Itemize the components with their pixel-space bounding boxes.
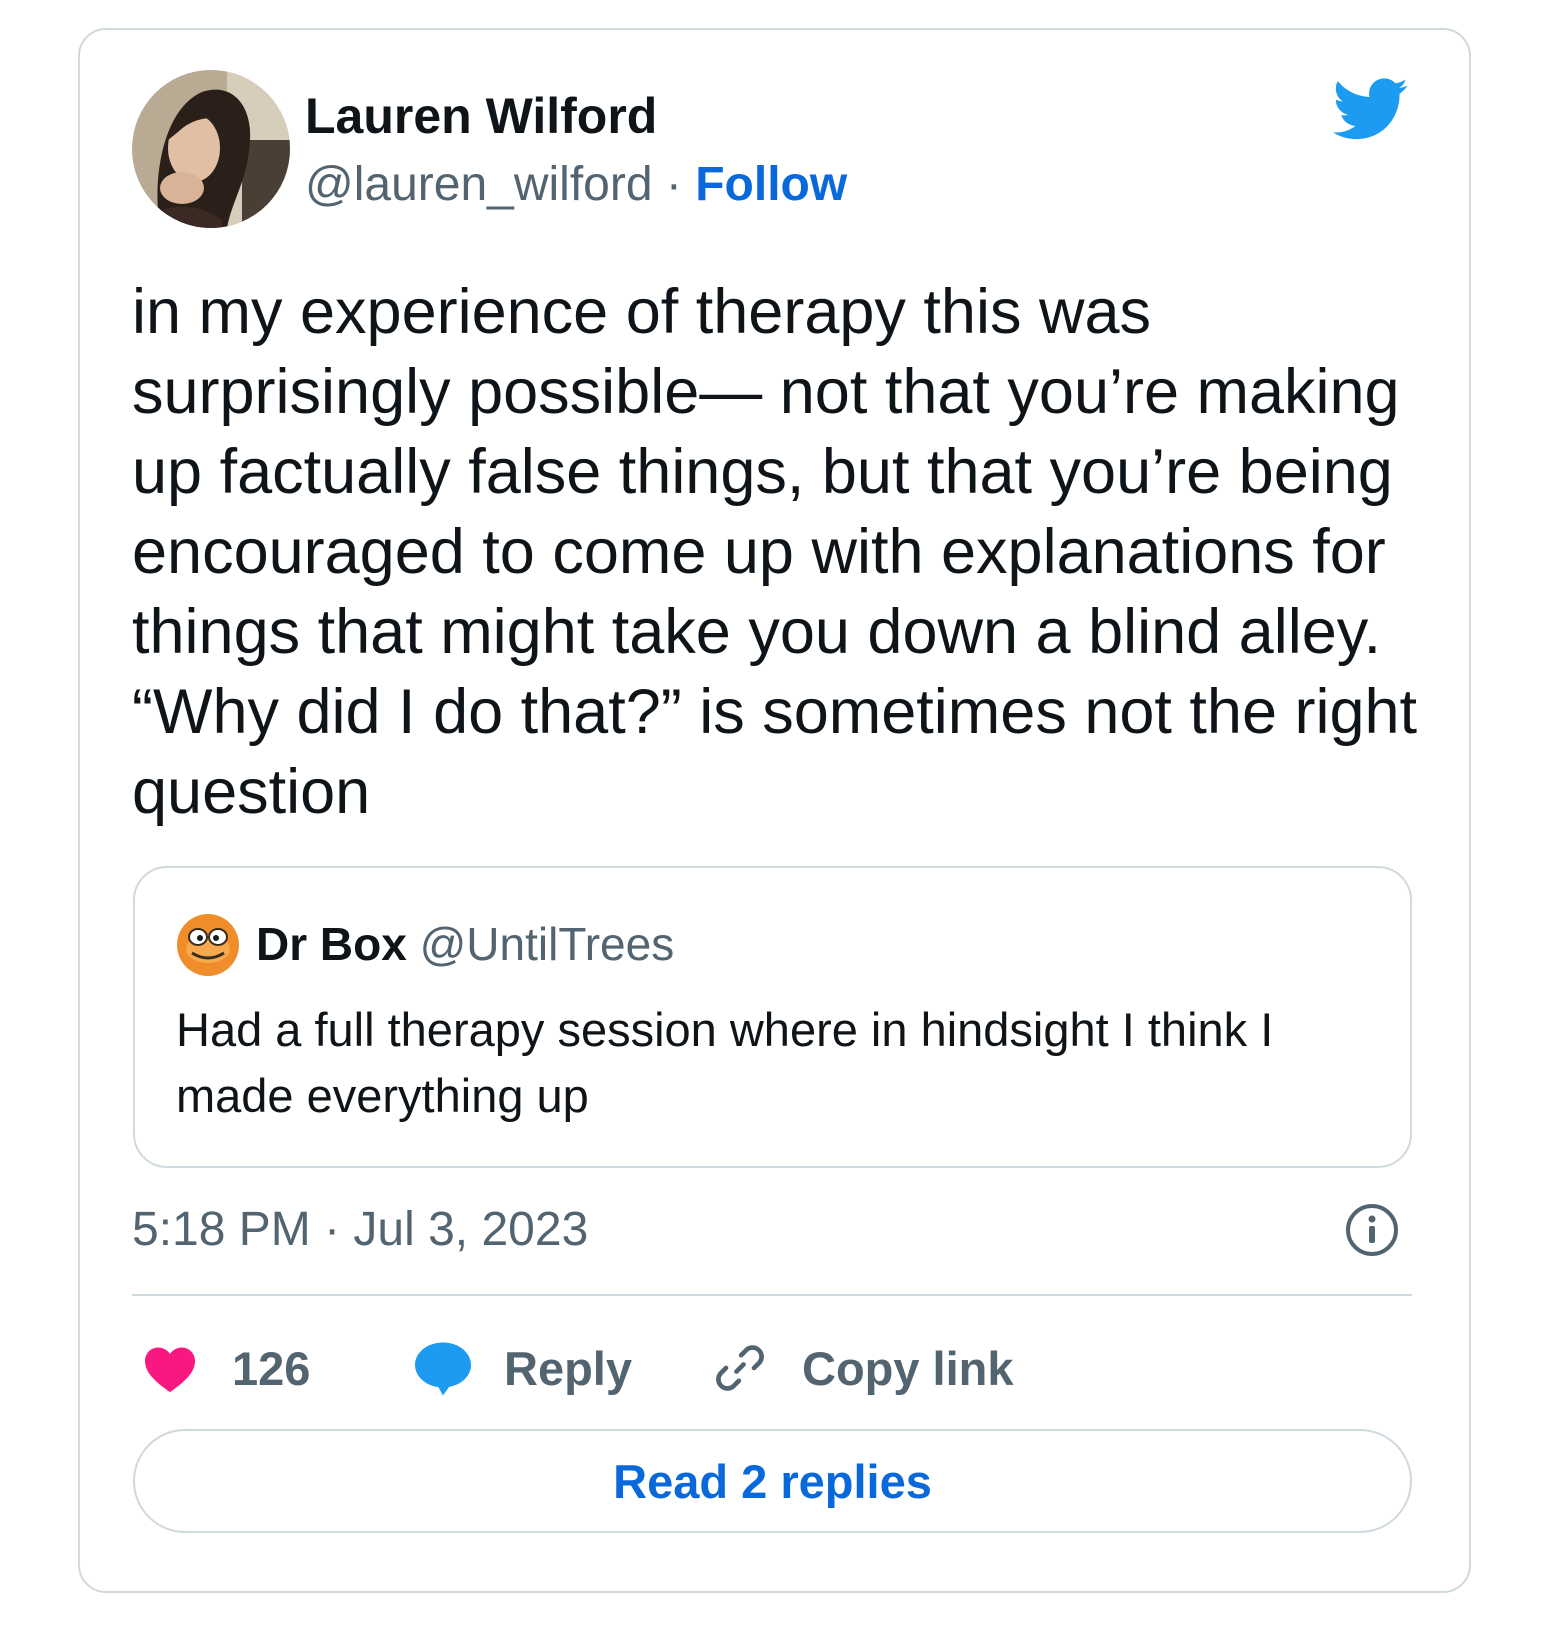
copy-link-button[interactable]: Copy link (712, 1336, 1014, 1400)
reply-button[interactable]: Reply (412, 1336, 632, 1400)
quoted-author-line: Dr Box @UntilTrees (256, 915, 674, 973)
info-icon[interactable] (1344, 1202, 1400, 1258)
handle-separator: · (652, 158, 696, 211)
twitter-bird-icon[interactable] (1333, 78, 1409, 142)
divider (132, 1294, 1412, 1296)
author-name[interactable]: Lauren Wilford (305, 86, 657, 146)
author-handle-row: @lauren_wilford · Follow (305, 155, 847, 215)
quoted-tweet-text: Had a full therapy session where in hind… (176, 1003, 1274, 1122)
tweet-text: in my experience of therapy this was sur… (132, 277, 1418, 827)
follow-button[interactable]: Follow (695, 158, 847, 211)
like-count: 126 (232, 1341, 311, 1395)
read-replies-button[interactable]: Read 2 replies (133, 1429, 1412, 1533)
quoted-author-handle[interactable]: @UntilTrees (420, 918, 675, 970)
reply-label: Reply (504, 1341, 632, 1395)
copy-link-label: Copy link (802, 1341, 1014, 1395)
link-icon (716, 1345, 764, 1391)
author-avatar[interactable] (132, 70, 290, 228)
reply-bubble-icon (415, 1342, 471, 1396)
like-button[interactable]: 126 (142, 1336, 310, 1400)
tweet-timestamp[interactable]: 5:18 PM · Jul 3, 2023 (132, 1200, 588, 1260)
author-handle[interactable]: @lauren_wilford (305, 158, 653, 211)
quoted-author-name[interactable]: Dr Box (256, 918, 407, 970)
heart-icon (145, 1347, 195, 1393)
quoted-author-avatar[interactable] (176, 913, 240, 977)
